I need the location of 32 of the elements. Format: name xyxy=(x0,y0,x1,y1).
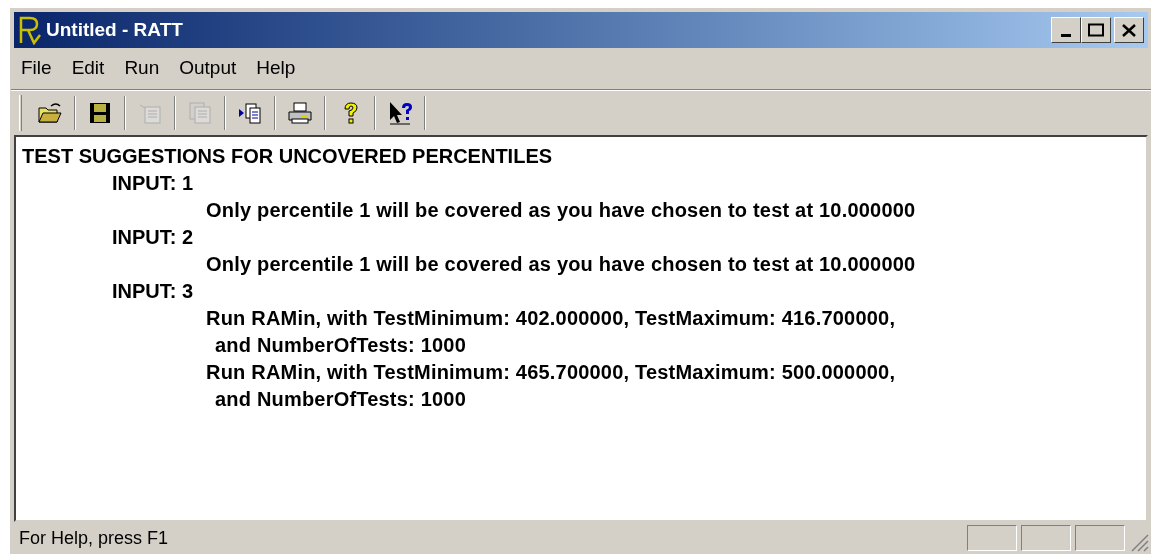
arrow-documents-icon xyxy=(237,100,263,126)
input-label: INPUT: 1 xyxy=(112,171,194,196)
suggestion-line: Run RAMin, with TestMinimum: 465.700000, TestMaximum: 500.000000, xyxy=(206,360,896,385)
maximize-button[interactable] xyxy=(1081,17,1111,43)
status-pane xyxy=(1075,525,1125,551)
suggestion-line: Only percentile 1 will be covered as you have chosen to test at 10.000000 xyxy=(206,252,916,277)
pointer-question-icon xyxy=(387,100,413,126)
documents-icon xyxy=(187,100,213,126)
menu-item[interactable]: File xyxy=(21,54,52,83)
suggestion-line: and NumberOfTests: 1000 xyxy=(215,333,466,358)
status-pane xyxy=(967,525,1017,551)
menu-item[interactable]: Output xyxy=(179,54,237,83)
minimize-button[interactable] xyxy=(1051,17,1081,43)
menu-item[interactable]: Run xyxy=(124,54,160,83)
menu-item[interactable]: Help xyxy=(256,54,296,83)
input-label: INPUT: 2 xyxy=(112,225,194,250)
suggestion-line: Only percentile 1 will be covered as you have chosen to test at 10.000000 xyxy=(206,198,916,223)
suggestion-line: Run RAMin, with TestMinimum: 402.000000, TestMaximum: 416.700000, xyxy=(206,306,896,331)
printer-icon xyxy=(287,100,313,126)
close-icon xyxy=(1122,23,1136,37)
window-title: Untitled - RATT xyxy=(46,17,183,42)
status-pane xyxy=(1021,525,1071,551)
input-label: INPUT: 3 xyxy=(112,279,194,304)
suggestion-line: and NumberOfTests: 1000 xyxy=(215,387,466,412)
app-logo-icon xyxy=(18,15,44,45)
maximize-icon xyxy=(1088,23,1104,37)
output-heading: TEST SUGGESTIONS FOR UNCOVERED PERCENTILES xyxy=(22,144,553,169)
minimize-icon xyxy=(1061,34,1071,37)
folder-icon xyxy=(37,100,63,126)
close-button[interactable] xyxy=(1114,17,1144,43)
menu-item[interactable]: Edit xyxy=(71,54,105,83)
status-text: For Help, press F1 xyxy=(19,526,169,550)
